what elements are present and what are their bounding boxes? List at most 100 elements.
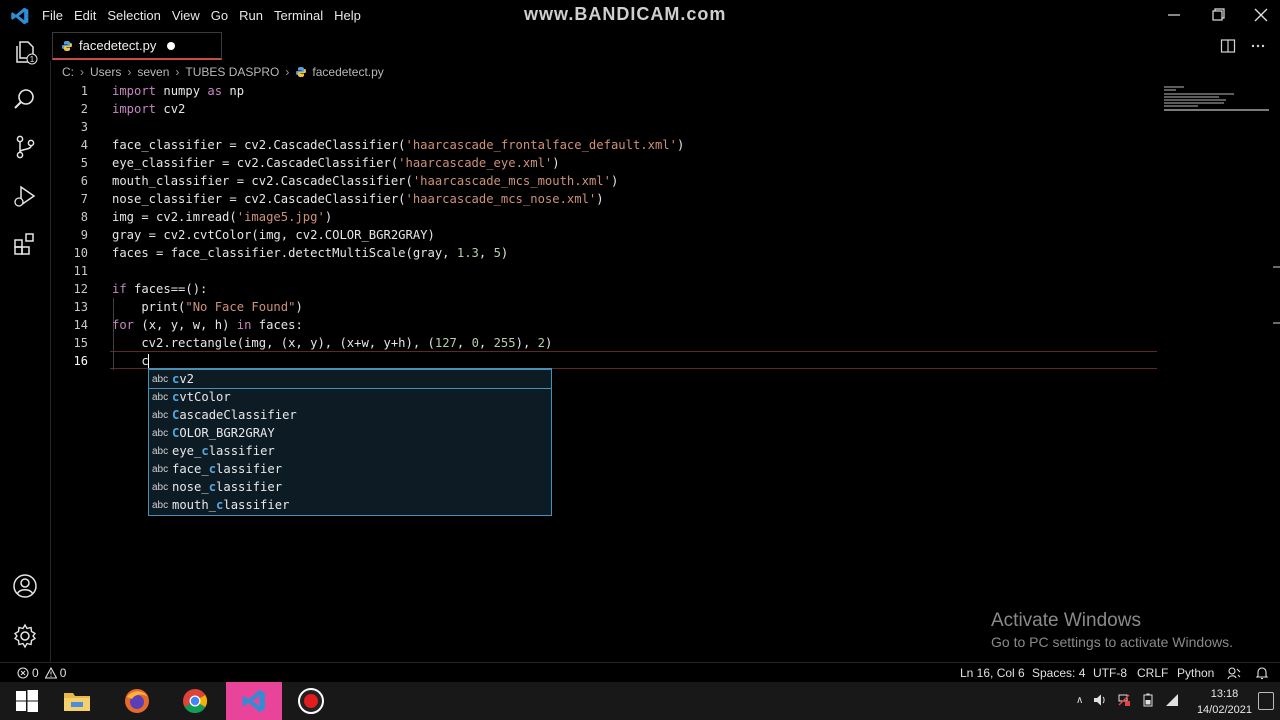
menu-view[interactable]: View (172, 8, 211, 23)
search-icon[interactable] (12, 86, 38, 112)
menu-go[interactable]: Go (211, 8, 239, 23)
tab-bar: facedetect.py (50, 30, 1280, 61)
suggestion-label: cvtColor (172, 390, 231, 404)
minimize-icon[interactable] (1162, 4, 1186, 26)
suggestion-label: cv2 (172, 372, 195, 386)
close-icon[interactable] (1249, 4, 1273, 26)
extensions-icon[interactable] (12, 231, 38, 257)
code-line: 12 if faces==(): (50, 280, 1160, 298)
start-button[interactable] (0, 682, 54, 720)
notifications-bell-icon[interactable] (1255, 666, 1269, 680)
suggestion-label: nose_classifier (172, 480, 283, 494)
breadcrumb-users[interactable]: Users (90, 65, 121, 79)
error-count: 0 (32, 666, 39, 680)
network-icon[interactable] (1117, 693, 1131, 707)
volume-icon[interactable] (1093, 693, 1107, 707)
record-icon (298, 688, 324, 714)
vertical-scrollbar[interactable] (1273, 82, 1280, 662)
tab-facedetect[interactable]: facedetect.py (52, 32, 222, 60)
problems-indicator[interactable]: 0 0 (17, 666, 66, 680)
tab-label: facedetect.py (79, 38, 157, 53)
code-text: mouth_classifier = cv2.CascadeClassifier… (112, 174, 619, 188)
breadcrumb-folder[interactable]: TUBES DASPRO (185, 65, 279, 79)
line-number: 8 (80, 210, 88, 224)
code-text: import cv2 (112, 102, 186, 116)
activate-windows-title: Activate Windows (991, 610, 1141, 631)
suggestion-item[interactable]: abc nose_classifier (149, 478, 551, 496)
suggestion-item[interactable]: abc eye_classifier (149, 442, 551, 460)
explorer-icon[interactable]: 1 (12, 39, 38, 65)
suggestion-item[interactable]: abc CascadeClassifier (149, 406, 551, 424)
code-line: 10 faces = face_classifier.detectMultiSc… (50, 244, 1160, 262)
code-text: img = cv2.imread('image5.jpg') (112, 210, 333, 224)
suggestion-item[interactable]: abc mouth_classifier (149, 496, 551, 514)
suggestion-label: mouth_classifier (172, 498, 290, 512)
error-icon (17, 667, 29, 679)
indentation[interactable]: Spaces: 4 (1032, 666, 1085, 680)
menu-file[interactable]: File (42, 8, 74, 23)
restore-icon[interactable] (1206, 4, 1230, 26)
system-tray: ∧ (1076, 693, 1179, 707)
autocomplete-suggestions: abc cv2 abc cvtColor abc CascadeClassifi… (148, 368, 552, 516)
code-text: for (x, y, w, h) in faces: (112, 318, 303, 332)
line-number: 4 (80, 138, 88, 152)
encoding[interactable]: UTF-8 (1093, 666, 1127, 680)
more-actions-icon[interactable] (1250, 38, 1266, 54)
activity-bar: 1 (0, 30, 51, 662)
run-debug-icon[interactable] (12, 183, 38, 209)
recording-watermark: www.BANDICAM.com (524, 4, 727, 24)
taskbar-clock[interactable]: 13:18 14/02/2021 (1197, 686, 1252, 718)
breadcrumb-separator-icon: › (127, 65, 132, 79)
taskbar-chrome[interactable] (168, 682, 222, 720)
suggestion-label: CascadeClassifier (172, 408, 297, 422)
breadcrumb-separator-icon: › (285, 65, 290, 79)
menu-help[interactable]: Help (334, 8, 372, 23)
menu-bar: File Edit Selection View Go Run Terminal… (42, 0, 372, 30)
feedback-icon[interactable] (1227, 666, 1241, 680)
suggestion-item[interactable]: abc COLOR_BGR2GRAY (149, 424, 551, 442)
vscode-logo-icon (11, 7, 29, 25)
breadcrumb-drive[interactable]: C: (62, 65, 74, 79)
breadcrumb-seven[interactable]: seven (137, 65, 169, 79)
line-number: 16 (73, 354, 88, 368)
split-editor-icon[interactable] (1220, 38, 1236, 54)
taskbar-vscode[interactable] (226, 682, 282, 720)
line-number: 1 (80, 84, 88, 98)
unsaved-dot-icon[interactable] (167, 41, 176, 50)
code-text: gray = cv2.cvtColor(img, cv2.COLOR_BGR2G… (112, 228, 435, 242)
source-control-icon[interactable] (12, 134, 38, 160)
tray-chevron-icon[interactable]: ∧ (1076, 695, 1083, 706)
breadcrumb-separator-icon: › (80, 65, 84, 79)
code-text: print("No Face Found") (112, 300, 303, 314)
code-text: face_classifier = cv2.CascadeClassifier(… (112, 138, 685, 152)
suggestion-item[interactable]: abc cv2 (148, 369, 552, 389)
line-ending[interactable]: CRLF (1137, 666, 1168, 680)
menu-edit[interactable]: Edit (74, 8, 107, 23)
taskbar-bandicam[interactable] (284, 682, 338, 720)
warning-icon (44, 667, 57, 679)
firefox-icon (125, 689, 149, 713)
taskbar-firefox[interactable] (110, 682, 164, 720)
battery-icon[interactable] (1141, 693, 1155, 707)
line-number: 12 (73, 282, 88, 296)
language-mode[interactable]: Python (1177, 666, 1214, 680)
taskbar-file-explorer[interactable] (50, 682, 104, 720)
suggestion-label: COLOR_BGR2GRAY (172, 426, 275, 440)
menu-selection[interactable]: Selection (107, 8, 171, 23)
code-line: 14 for (x, y, w, h) in faces: (50, 316, 1160, 334)
minimap[interactable] (1164, 84, 1274, 112)
accounts-icon[interactable] (12, 573, 38, 599)
settings-gear-icon[interactable] (12, 623, 38, 649)
breadcrumb-file[interactable]: facedetect.py (312, 65, 383, 79)
wifi-icon[interactable] (1165, 693, 1179, 707)
menu-terminal[interactable]: Terminal (274, 8, 334, 23)
code-line: 8 img = cv2.imread('image5.jpg') (50, 208, 1160, 226)
suggestion-item[interactable]: abc cvtColor (149, 388, 551, 406)
cursor-position[interactable]: Ln 16, Col 6 (960, 666, 1025, 680)
code-line: 15 cv2.rectangle(img, (x, y), (x+w, y+h)… (50, 334, 1160, 352)
code-line: 13 print("No Face Found") (50, 298, 1160, 316)
action-center-icon[interactable] (1258, 692, 1274, 710)
clock-time: 13:18 (1210, 688, 1239, 700)
menu-run[interactable]: Run (239, 8, 274, 23)
suggestion-item[interactable]: abc face_classifier (149, 460, 551, 478)
